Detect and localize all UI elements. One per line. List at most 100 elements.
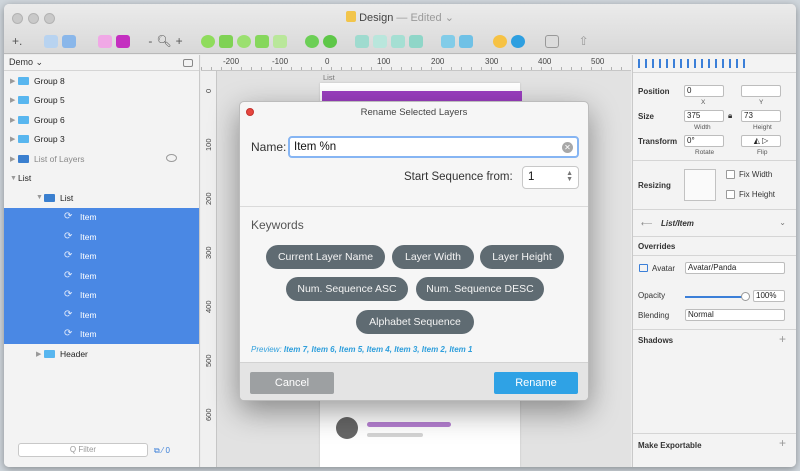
backward-icon[interactable] xyxy=(372,34,387,48)
clear-input-icon[interactable]: ✕ xyxy=(562,142,573,153)
avatar[interactable] xyxy=(336,417,358,439)
item-title-placeholder[interactable] xyxy=(367,422,451,427)
add-export-icon[interactable]: + xyxy=(779,436,786,450)
page-selector[interactable]: Demo ⌄ xyxy=(4,55,199,71)
align-top-icon[interactable] xyxy=(680,59,689,68)
distribute-icon[interactable] xyxy=(458,34,473,48)
export-icon[interactable]: ⇧ xyxy=(579,34,589,48)
align-right-icon[interactable] xyxy=(666,59,675,68)
union-icon[interactable] xyxy=(304,34,319,48)
mask-icon[interactable] xyxy=(390,34,405,48)
insert-button[interactable]: +. xyxy=(12,34,22,48)
item-subtitle-placeholder[interactable] xyxy=(367,433,423,437)
width-input[interactable]: 375 xyxy=(684,110,724,122)
layer-row[interactable]: ⟳ Item xyxy=(4,266,199,286)
create-symbol-icon[interactable] xyxy=(98,34,113,48)
keyword-layer-height[interactable]: Layer Height xyxy=(480,245,564,269)
layer-filter-input[interactable]: Q Filter xyxy=(18,443,148,457)
artboard-label[interactable]: List xyxy=(323,73,335,82)
layer-row[interactable]: ⟳ Item xyxy=(4,207,199,227)
toggle-pages-icon[interactable] xyxy=(183,58,193,67)
add-shadow-icon[interactable]: + xyxy=(779,332,786,346)
flatten-icon[interactable] xyxy=(254,34,269,48)
title-menu-chevron-icon[interactable]: ⌄ xyxy=(445,12,454,24)
visibility-eye-icon[interactable] xyxy=(166,154,177,162)
disclosure-triangle-icon[interactable]: ▶ xyxy=(10,116,18,124)
rotate-input[interactable]: 0° xyxy=(684,135,724,147)
cancel-button[interactable]: Cancel xyxy=(250,372,334,394)
disclosure-triangle-icon[interactable]: ▶ xyxy=(10,135,18,143)
keyword-layer-width[interactable]: Layer Width xyxy=(392,245,474,269)
symbol-name[interactable]: List/Item xyxy=(661,219,694,228)
divider xyxy=(633,160,796,161)
fix-height-checkbox[interactable] xyxy=(726,190,735,199)
opacity-input[interactable]: 100% xyxy=(753,290,785,302)
resizing-control[interactable] xyxy=(684,169,716,201)
rotate-icon[interactable] xyxy=(236,34,251,48)
flip-buttons[interactable]: ◭ ▷ xyxy=(741,135,781,147)
vertical-ruler[interactable]: 0 100 200 300 400 500 600 xyxy=(201,71,217,467)
symbol-menu-icon[interactable] xyxy=(116,34,131,48)
disclosure-triangle-icon[interactable]: ▼ xyxy=(10,175,18,182)
disclosure-triangle-icon[interactable]: ▶ xyxy=(36,350,44,358)
zoom-out-button[interactable]: - xyxy=(148,34,152,48)
layer-row[interactable]: ▶ Group 3 xyxy=(4,130,199,150)
avatar-override-select[interactable]: Avatar/Panda xyxy=(685,262,785,274)
fix-width-checkbox[interactable] xyxy=(726,170,735,179)
layer-row[interactable]: ⟳ Item xyxy=(4,246,199,266)
cloud-icon[interactable] xyxy=(510,34,525,48)
rename-button[interactable]: Rename xyxy=(494,372,578,394)
ungroup-icon[interactable] xyxy=(62,34,77,48)
align-bottom-icon[interactable] xyxy=(708,59,717,68)
disclosure-triangle-icon[interactable]: ▼ xyxy=(36,194,44,201)
edit-icon[interactable] xyxy=(200,34,215,48)
filter-tools[interactable]: ⧉ ⁄ 0 xyxy=(154,446,170,456)
layer-row[interactable]: ▶ Group 5 xyxy=(4,91,199,111)
disclosure-triangle-icon[interactable]: ▶ xyxy=(10,155,18,163)
disclosure-triangle-icon[interactable]: ▶ xyxy=(10,96,18,104)
layer-row[interactable]: ⟳ Item xyxy=(4,305,199,325)
align-left-icon[interactable] xyxy=(638,59,647,68)
start-sequence-input[interactable]: 1 ▲ ▼ xyxy=(522,166,579,189)
name-input[interactable] xyxy=(288,136,579,158)
transform-icon[interactable] xyxy=(218,34,233,48)
layer-row[interactable]: ▶ Header xyxy=(4,344,199,364)
align-center-icon[interactable] xyxy=(652,59,661,68)
scissors-icon[interactable] xyxy=(272,34,287,48)
disclosure-triangle-icon[interactable]: ▶ xyxy=(10,77,18,85)
layer-row[interactable]: ▶ Group 6 xyxy=(4,110,199,130)
zoom-in-button[interactable]: + xyxy=(176,34,183,48)
keyword-alphabet-sequence[interactable]: Alphabet Sequence xyxy=(356,310,474,334)
horizontal-ruler[interactable]: -200 -100 0 100 200 300 400 500 xyxy=(201,55,631,71)
mirror-icon[interactable] xyxy=(492,34,507,48)
layer-row[interactable]: ⟳ Item xyxy=(4,285,199,305)
align-icon[interactable] xyxy=(440,34,455,48)
symbol-chevron-icon[interactable]: ⌄ xyxy=(779,218,786,227)
layer-row[interactable]: ⟳ Item xyxy=(4,324,199,344)
view-menu-icon[interactable] xyxy=(544,34,559,48)
zoom-search-icon[interactable]: 🔍︎ xyxy=(156,34,171,48)
subtract-icon[interactable] xyxy=(322,34,337,48)
keyword-num-sequence-asc[interactable]: Num. Sequence ASC xyxy=(286,277,408,301)
opacity-slider[interactable] xyxy=(685,296,745,298)
layer-row[interactable]: ▶ Group 8 xyxy=(4,71,199,91)
distribute-vertical-icon[interactable] xyxy=(736,59,745,68)
layer-row[interactable]: ▶ List of Layers xyxy=(4,149,199,169)
position-y-input[interactable] xyxy=(741,85,781,97)
layer-row[interactable]: ▼ List xyxy=(4,169,199,189)
layer-row[interactable]: ⟳ Item xyxy=(4,227,199,247)
forward-icon[interactable] xyxy=(354,34,369,48)
blending-select[interactable]: Normal xyxy=(685,309,785,321)
position-x-input[interactable]: 0 xyxy=(684,85,724,97)
height-input[interactable]: 73 xyxy=(741,110,781,122)
layer-row[interactable]: ▼ List xyxy=(4,188,199,208)
keyword-current-layer-name[interactable]: Current Layer Name xyxy=(266,245,385,269)
stepper-chevron-icon[interactable]: ▲ ▼ xyxy=(566,170,573,183)
keyword-num-sequence-desc[interactable]: Num. Sequence DESC xyxy=(416,277,544,301)
opacity-slider-knob[interactable] xyxy=(741,292,750,301)
scale-icon[interactable] xyxy=(408,34,423,48)
distribute-horizontal-icon[interactable] xyxy=(722,59,731,68)
group-icon[interactable] xyxy=(44,34,59,48)
lock-icon[interactable]: 🔒︎ xyxy=(728,111,732,121)
align-middle-icon[interactable] xyxy=(694,59,703,68)
